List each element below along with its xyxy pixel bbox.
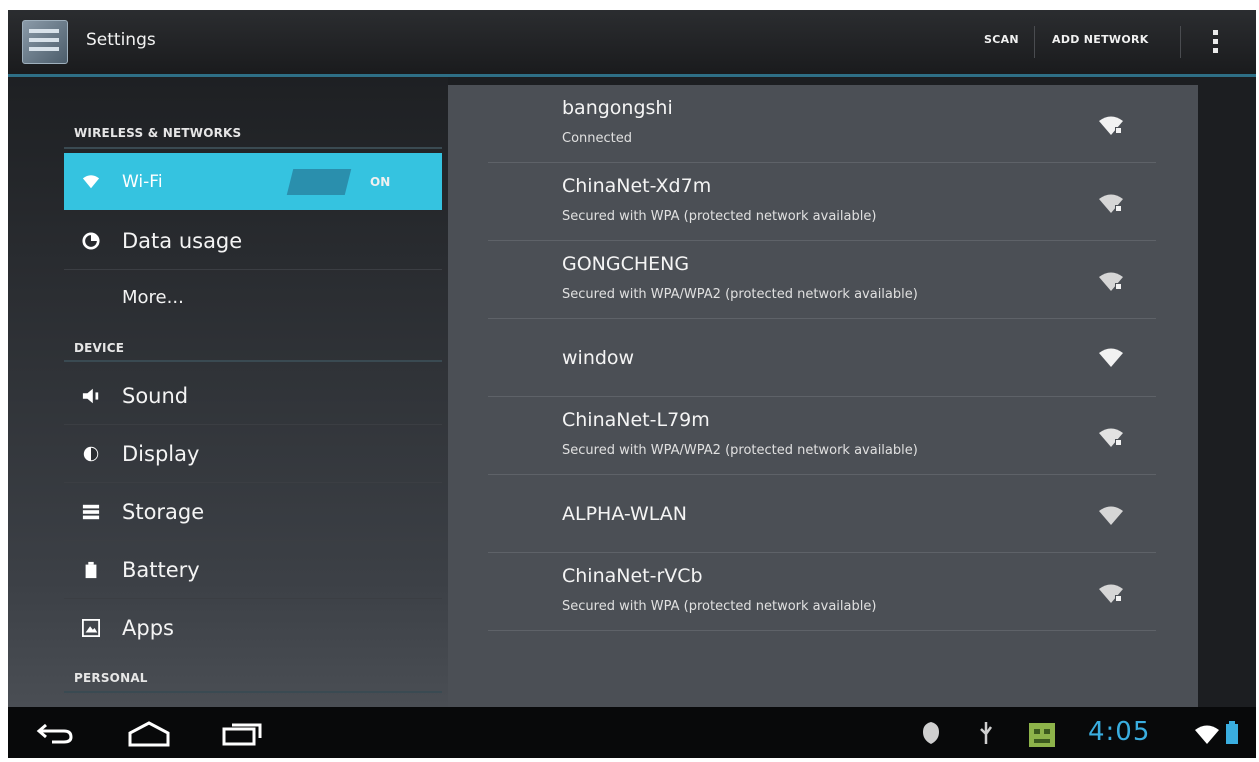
back-icon[interactable] (36, 721, 74, 745)
settings-icon[interactable] (22, 20, 68, 64)
storage-icon (82, 504, 100, 520)
network-row[interactable]: bangongshi Connected (488, 85, 1156, 163)
network-row[interactable]: window (488, 319, 1156, 397)
divider (1180, 26, 1181, 58)
debug-icon (923, 722, 939, 744)
sidebar-item-apps[interactable]: Apps (64, 599, 442, 656)
sidebar-item-label: Sound (122, 384, 189, 408)
network-status: Secured with WPA/WPA2 (protected network… (562, 287, 918, 302)
usb-icon (980, 722, 993, 744)
recent-apps-icon[interactable] (222, 721, 264, 747)
wifi-signal-locked-icon (1099, 272, 1123, 291)
wifi-toggle[interactable]: ON (286, 169, 410, 195)
overflow-menu-icon[interactable] (1213, 30, 1219, 56)
toggle-track (286, 169, 352, 195)
data-usage-icon (82, 232, 100, 250)
sidebar-item-label: Wi-Fi (122, 172, 163, 192)
sidebar-item-label: Display (122, 442, 200, 466)
network-name: GONGCHENG (562, 253, 690, 275)
status-clock: 4:05 (1088, 717, 1151, 747)
wifi-signal-locked-icon (1099, 428, 1123, 447)
network-name: ChinaNet-rVCb (562, 565, 703, 587)
sidebar-item-storage[interactable]: Storage (64, 483, 442, 541)
wifi-icon (82, 175, 100, 189)
network-name: window (562, 347, 635, 369)
network-row[interactable]: GONGCHENG Secured with WPA/WPA2 (protect… (488, 241, 1156, 319)
apps-icon (82, 619, 100, 637)
wifi-signal-icon (1099, 506, 1123, 525)
network-status: Secured with WPA (protected network avai… (562, 209, 877, 224)
divider (1034, 26, 1035, 58)
sidebar-item-label: Battery (122, 558, 200, 582)
action-bar: Settings SCAN ADD NETWORK (8, 10, 1256, 77)
battery-status-icon (1226, 721, 1238, 744)
sidebar-item-label: Apps (122, 616, 174, 640)
network-row[interactable]: ChinaNet-rVCb Secured with WPA (protecte… (488, 553, 1156, 631)
network-list: bangongshi Connected ChinaNet-Xd7m Secur… (448, 85, 1198, 707)
sidebar-item-data-usage[interactable]: Data usage (64, 212, 442, 270)
sidebar-item-wifi[interactable]: Wi-Fi ON (64, 153, 442, 210)
system-navigation-bar: 4:05 (8, 707, 1256, 758)
battery-icon (85, 561, 97, 579)
section-divider (64, 691, 442, 693)
network-name: ChinaNet-Xd7m (562, 175, 712, 197)
sidebar-item-label: More... (122, 287, 184, 308)
sidebar-item-display[interactable]: Display (64, 425, 442, 483)
scan-button[interactable]: SCAN (984, 33, 1019, 46)
section-header-wireless: WIRELESS & NETWORKS (74, 126, 242, 140)
sidebar-item-label: Data usage (122, 229, 243, 253)
screen: Settings SCAN ADD NETWORK WIRELESS & NET… (8, 10, 1256, 758)
section-divider (64, 360, 442, 362)
wifi-signal-locked-icon (1099, 584, 1123, 603)
network-name: ALPHA-WLAN (562, 503, 688, 525)
sidebar-item-battery[interactable]: Battery (64, 541, 442, 599)
wifi-status-icon (1195, 725, 1219, 744)
android-notification-icon (1029, 723, 1055, 747)
network-status: Secured with WPA (protected network avai… (562, 599, 877, 614)
network-status: Secured with WPA/WPA2 (protected network… (562, 443, 918, 458)
section-header-device: DEVICE (74, 341, 125, 355)
add-network-button[interactable]: ADD NETWORK (1052, 33, 1149, 46)
home-icon[interactable] (126, 721, 172, 747)
settings-sidebar: WIRELESS & NETWORKS Wi-Fi ON Data usage … (8, 77, 448, 707)
toggle-state-label: ON (370, 175, 391, 189)
wifi-signal-locked-icon (1099, 116, 1123, 135)
speaker-icon (82, 388, 99, 404)
network-row[interactable]: ALPHA-WLAN (488, 475, 1156, 553)
wifi-signal-icon (1099, 348, 1123, 367)
section-divider (64, 147, 442, 149)
sidebar-item-sound[interactable]: Sound (64, 367, 442, 425)
network-row[interactable]: ChinaNet-Xd7m Secured with WPA (protecte… (488, 163, 1156, 241)
network-row[interactable]: ChinaNet-L79m Secured with WPA/WPA2 (pro… (488, 397, 1156, 475)
wifi-network-pane: bangongshi Connected ChinaNet-Xd7m Secur… (448, 77, 1256, 707)
section-header-personal: PERSONAL (74, 671, 148, 685)
brightness-icon (83, 446, 99, 462)
sidebar-item-more[interactable]: More... (64, 270, 442, 327)
sidebar-item-label: Storage (122, 500, 205, 524)
page-title: Settings (86, 30, 156, 50)
wifi-signal-locked-icon (1099, 194, 1123, 213)
network-name: ChinaNet-L79m (562, 409, 710, 431)
network-name: bangongshi (562, 97, 673, 119)
network-status: Connected (562, 131, 633, 146)
